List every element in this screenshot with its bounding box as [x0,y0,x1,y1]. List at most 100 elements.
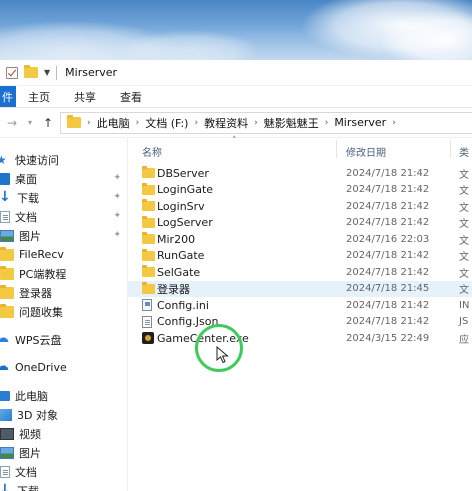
file-date: 2024/7/18 21:42 [346,299,430,311]
column-header-date[interactable]: 修改日期 [346,144,386,159]
file-row[interactable]: LoginSrv 2024/7/18 21:42 文 [128,198,472,215]
nav-videos[interactable]: 视频 [0,424,127,443]
chevron-right-icon[interactable]: › [87,118,91,128]
folder-icon [0,265,14,280]
computer-icon [0,390,10,401]
chevron-right-icon[interactable]: › [325,118,329,128]
folder-icon [142,281,155,294]
document-icon [0,210,10,223]
chevron-right-icon[interactable]: › [194,118,198,128]
file-row[interactable]: 登录器 2024/7/18 21:45 文 [128,280,472,297]
tab-share[interactable]: 共享 [62,86,108,107]
nav-desktop[interactable]: 桌面 ✦ [0,169,127,188]
file-type: 文 [459,202,469,214]
file-row[interactable]: Config.ini 2024/7/18 21:42 IN [128,297,472,314]
properties-icon[interactable] [6,66,18,79]
nav-this-pc[interactable]: 此电脑 [0,386,127,405]
file-name: DBServer [157,166,209,180]
folder-icon [0,246,14,261]
file-row[interactable]: SelGate 2024/7/18 21:42 文 [128,264,472,281]
file-type: 文 [459,186,469,198]
nav-pc-tutorial[interactable]: PC端教程 [0,264,127,283]
column-header-row: ˄ 名称 修改日期 类 [128,136,472,162]
divider [56,65,58,80]
nav-downloads[interactable]: 下载 ✦ [0,188,127,207]
column-divider[interactable] [450,140,451,158]
address-bar[interactable]: › 此电脑 › 文档 (F:) › 教程资料 › 魅影魁魅王 › Mirserv… [60,111,472,134]
chevron-right-icon[interactable]: › [392,118,396,128]
navigation-pane: ★ 快速访问 桌面 ✦ 下载 ✦ 文档 ✦ 图片 ✦ [0,138,128,491]
pin-icon[interactable]: ✦ [113,192,121,202]
nav-pc-pictures[interactable]: 图片 [0,443,127,462]
file-date: 2024/7/18 21:42 [346,167,430,179]
tab-file[interactable]: 件 [0,86,16,107]
nav-onedrive[interactable]: OneDrive [0,358,127,377]
pin-icon[interactable]: ✦ [113,211,121,221]
column-divider[interactable] [336,140,337,158]
folder-icon [67,115,81,128]
nav-3d-objects[interactable]: 3D 对象 [0,405,127,424]
folder-icon [142,182,155,195]
file-name: Mir200 [157,232,196,246]
file-name: LogServer [157,216,213,230]
nav-issues[interactable]: 问题收集 [0,302,127,321]
nav-label: PC端教程 [19,267,67,281]
file-date: 2024/7/18 21:42 [346,184,430,196]
breadcrumb-this-pc[interactable]: 此电脑 [97,115,130,131]
exe-file-icon [142,332,154,345]
chevron-right-icon[interactable]: › [136,118,140,128]
cloud-icon [0,331,10,346]
nav-pc-documents[interactable]: 文档 [0,462,127,481]
nav-launcher[interactable]: 登录器 [0,283,127,302]
pin-icon[interactable]: ✦ [113,173,121,183]
nav-label: OneDrive [15,361,67,374]
folder-icon [0,303,14,318]
onedrive-icon [0,359,10,374]
column-header-name[interactable]: 名称 [142,144,162,159]
file-row[interactable]: LogServer 2024/7/18 21:42 文 [128,215,472,232]
file-row[interactable]: GameCenter.exe 2024/3/15 22:49 应 [128,330,472,347]
tab-home[interactable]: 主页 [16,86,62,107]
up-arrow-icon[interactable]: ↑ [42,116,54,130]
file-row[interactable]: RunGate 2024/7/18 21:42 文 [128,248,472,265]
nav-wps-cloud[interactable]: WPS云盘 [0,330,127,349]
file-row[interactable]: Mir200 2024/7/16 22:03 文 [128,231,472,248]
file-name: Config.ini [157,298,209,312]
breadcrumb-drive[interactable]: 文档 (F:) [145,115,188,131]
chevron-down-icon[interactable]: ▼ [44,68,50,77]
nav-documents[interactable]: 文档 ✦ [0,207,127,226]
chevron-down-icon[interactable]: ▾ [24,118,36,127]
tab-view[interactable]: 查看 [108,86,154,107]
nav-label: WPS云盘 [15,333,62,347]
desktop-icon [0,172,10,185]
picture-icon [0,229,14,242]
file-row[interactable]: Config.Json 2024/7/18 21:42 JS [128,314,472,331]
mouse-cursor-icon [216,346,229,364]
breadcrumb-tutorial[interactable]: 教程资料 [204,115,248,131]
nav-pc-downloads[interactable]: 下载 [0,481,127,491]
nav-quick-access[interactable]: ★ 快速访问 [0,150,127,169]
file-name: LoginGate [157,183,214,197]
nav-label: 下载 [17,484,39,491]
nav-pictures[interactable]: 图片 ✦ [0,226,127,245]
column-header-type[interactable]: 类 [459,144,469,159]
file-row[interactable]: DBServer 2024/7/18 21:42 文 [128,165,472,182]
download-icon [0,482,12,491]
file-date: 2024/7/18 21:42 [346,200,430,212]
pin-icon[interactable]: ✦ [113,230,121,240]
forward-arrow-icon[interactable]: → [6,116,18,130]
new-folder-icon[interactable] [24,65,38,78]
folder-icon [142,248,155,261]
file-row[interactable]: LoginGate 2024/7/18 21:42 文 [128,182,472,199]
chevron-right-icon[interactable]: › [254,118,258,128]
file-date: 2024/7/18 21:45 [346,283,430,295]
file-type: 应 [459,334,469,346]
file-list-pane: ˄ 名称 修改日期 类 DBServer 2024/7/18 21:42 文 Logi… [128,136,472,491]
nav-filerecv[interactable]: FileRecv [0,245,127,264]
file-date: 2024/7/18 21:42 [346,316,430,328]
file-name: RunGate [157,249,205,263]
breadcrumb-mirserver[interactable]: Mirserver [334,116,386,129]
breadcrumb-game[interactable]: 魅影魁魅王 [264,115,319,131]
